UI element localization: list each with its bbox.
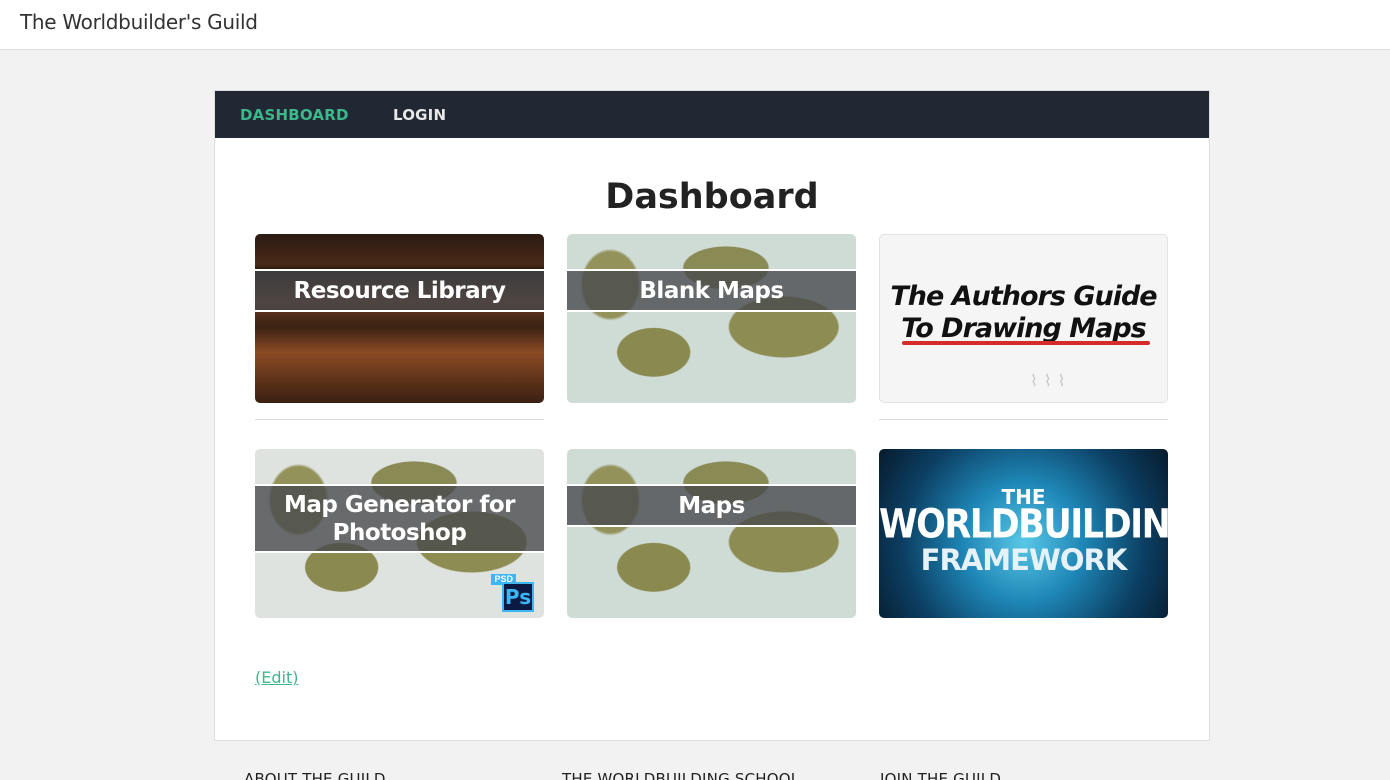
nav-login[interactable]: LOGIN	[393, 106, 446, 124]
tile-maps[interactable]: Maps	[567, 449, 856, 618]
photoshop-icon: PSD Ps	[491, 574, 534, 612]
dashboard-panel: DASHBOARD LOGIN Dashboard Resource Libra…	[214, 90, 1210, 741]
tile-resource-library[interactable]: Resource Library	[255, 234, 544, 403]
site-title[interactable]: The Worldbuilder's Guild	[20, 10, 258, 34]
footer-join[interactable]: JOIN THE GUILD	[880, 770, 1001, 780]
row-divider	[879, 419, 1168, 420]
tile-worldbuilding-framework[interactable]: THE WORLDBUILDING FRAMEWORK	[879, 449, 1168, 618]
tile-title-sub: FRAMEWORK	[920, 543, 1128, 577]
map-watermark-icon: ⌇⌇⌇	[1030, 371, 1072, 390]
tile-title-main: WORLDBUILDING	[879, 502, 1168, 548]
red-underline	[902, 341, 1150, 345]
nav-dashboard[interactable]: DASHBOARD	[240, 106, 349, 124]
tile-label: Map Generator for Photoshop	[255, 484, 544, 553]
edit-link[interactable]: (Edit)	[255, 668, 298, 687]
tile-label: Blank Maps	[567, 269, 856, 312]
tile-title-art: The Authors Guide To Drawing Maps	[890, 281, 1157, 344]
tile-map-generator[interactable]: Map Generator for Photoshop PSD Ps	[255, 449, 544, 618]
tile-label: Maps	[567, 484, 856, 527]
footer-school[interactable]: THE WORLDBUILDING SCHOOL	[562, 770, 799, 780]
tile-authors-guide[interactable]: ⌇⌇⌇ The Authors Guide To Drawing Maps	[879, 234, 1168, 403]
top-bar: The Worldbuilder's Guild	[0, 0, 1390, 50]
tile-label: Resource Library	[255, 269, 544, 312]
row-divider	[255, 419, 544, 420]
page-title: Dashboard	[605, 177, 819, 217]
footer-about[interactable]: ABOUT THE GUILD	[244, 770, 386, 780]
main-nav: DASHBOARD LOGIN	[215, 91, 1209, 138]
tile-blank-maps[interactable]: Blank Maps	[567, 234, 856, 403]
